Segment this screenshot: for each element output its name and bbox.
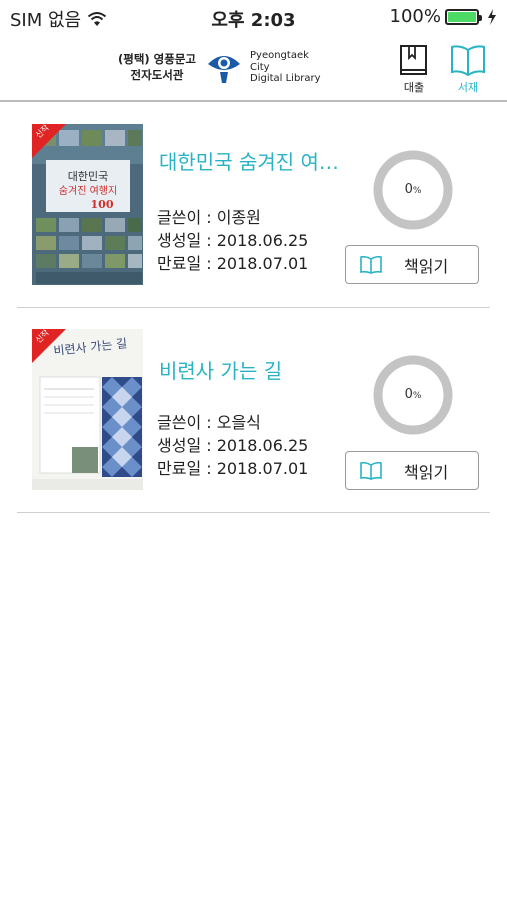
- status-right: 100%: [390, 6, 497, 27]
- book-author: 글쓴이 : 오을식: [157, 413, 261, 432]
- book-meta: 글쓴이 : 오을식 생성일 : 2018.06.25 만료일 : 2018.07…: [157, 411, 308, 480]
- reading-progress: 0%: [372, 149, 454, 231]
- read-book-label: 책읽기: [404, 256, 449, 276]
- read-book-button[interactable]: 책읽기: [345, 245, 479, 284]
- book-expire-date: 만료일 : 2018.07.01: [157, 459, 309, 478]
- read-book-button[interactable]: 책읽기: [345, 451, 479, 490]
- nav-loan-label: 대출: [403, 81, 425, 94]
- library-en-line2: City: [250, 61, 270, 73]
- cover-title-2: 숨겨진 여행지: [59, 185, 117, 197]
- battery-fill: [448, 11, 476, 22]
- progress-text: 0%: [372, 149, 454, 231]
- book-meta: 글쓴이 : 이종원 생성일 : 2018.06.25 만료일 : 2018.07…: [157, 206, 308, 275]
- cover-title-3: 100: [91, 198, 114, 211]
- progress-unit: %: [412, 186, 422, 196]
- book-title[interactable]: 비련사 가는 길: [159, 355, 282, 384]
- progress-value: 0: [404, 387, 413, 402]
- book-list-item[interactable]: 대한민국 숨겨진 여행지 100 신작 대한민국 숨겨진 여… 글쓴이 : 이종…: [17, 102, 490, 308]
- book-created-date: 생성일 : 2018.06.25: [157, 436, 309, 455]
- book-open-icon: [360, 255, 382, 274]
- library-name-en: Pyeongtaek City Digital Library: [250, 50, 321, 85]
- book-created-date: 생성일 : 2018.06.25: [157, 231, 309, 250]
- library-logo-icon: [208, 56, 240, 84]
- library-brand[interactable]: (평택) 영풍문고 전자도서관 Pyeongtaek City Digital …: [118, 50, 321, 85]
- progress-unit: %: [412, 391, 422, 401]
- library-name-line2: 전자도서관: [130, 68, 184, 83]
- library-en-line3: Digital Library: [250, 73, 321, 84]
- read-book-label: 책읽기: [404, 462, 449, 482]
- battery-percent: 100%: [389, 6, 441, 27]
- book-list-item[interactable]: 비련사 가는 길 신작 비련사 가는 길 글쓴이 : 오을식 생성일 : 201…: [17, 307, 490, 513]
- book-cover[interactable]: 대한민국 숨겨진 여행지 100 신작: [32, 124, 143, 285]
- cover-title-1: 대한민국: [68, 170, 108, 183]
- library-name-line1: (평택) 영풍문고: [118, 52, 196, 67]
- nav-shelf-label: 서재: [457, 81, 479, 94]
- nav-loan-button[interactable]: 대출: [389, 44, 439, 95]
- book-expire-date: 만료일 : 2018.07.01: [157, 254, 309, 273]
- book-title[interactable]: 대한민국 숨겨진 여…: [159, 146, 339, 175]
- progress-text: 0%: [372, 354, 454, 436]
- battery-icon: [445, 8, 482, 25]
- book-author: 글쓴이 : 이종원: [157, 208, 261, 227]
- progress-value: 0: [404, 182, 413, 197]
- library-en-line1: Pyeongtaek: [250, 50, 309, 61]
- book-cover[interactable]: 비련사 가는 길 신작: [32, 329, 143, 490]
- book-closed-icon: [400, 45, 427, 75]
- book-open-icon: [360, 461, 382, 480]
- book-open-icon: [451, 45, 485, 77]
- reading-progress: 0%: [372, 354, 454, 436]
- status-bar: SIM 없음 오후 2:03 100%: [0, 0, 507, 34]
- app-header: (평택) 영풍문고 전자도서관 Pyeongtaek City Digital …: [0, 34, 507, 102]
- library-name-ko: (평택) 영풍문고 전자도서관: [118, 51, 196, 83]
- bolt-icon: [488, 8, 496, 25]
- nav-shelf-button[interactable]: 서재: [443, 44, 493, 95]
